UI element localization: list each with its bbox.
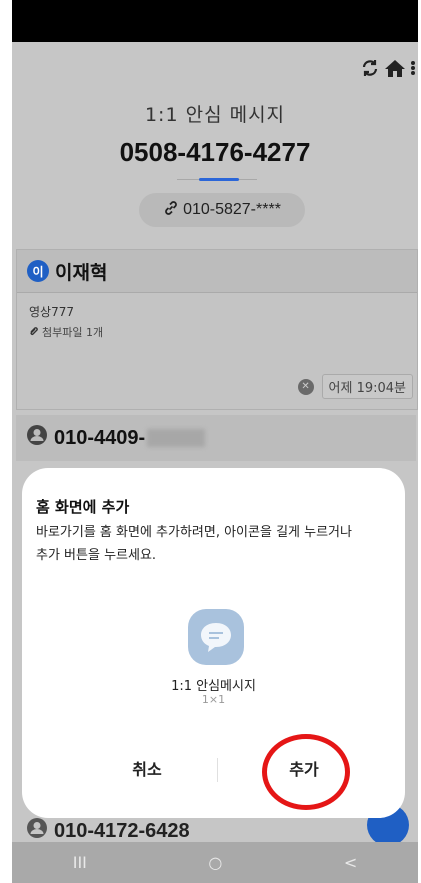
home-icon[interactable] <box>384 58 406 78</box>
contact-number: 010-4409- <box>54 426 146 449</box>
highlight-circle <box>262 734 350 810</box>
delete-icon[interactable]: ✕ <box>297 378 314 395</box>
refresh-icon[interactable] <box>360 58 380 78</box>
button-divider <box>217 758 218 782</box>
shortcut-name: 1:1 안심메시지 <box>171 679 256 694</box>
add-to-home-dialog: 홈 화면에 추가 바로가기를 홈 화면에 추가하려면, 아이콘을 길게 누르거나… <box>22 468 405 818</box>
paperclip-icon <box>29 326 39 339</box>
contact-number: 010-4172-6428 <box>54 819 190 842</box>
page-title: 1:1 안심 메시지 <box>144 104 286 126</box>
masked-digits <box>147 429 206 447</box>
person-icon <box>26 424 48 452</box>
cancel-button[interactable]: 취소 <box>87 755 207 781</box>
message-card[interactable]: 이 이재혁 영상777 첨부파일 1개 ✕ 어제 19:04분 <box>16 249 418 410</box>
sender-badge: 이 <box>27 260 49 282</box>
message-text: 영상777 <box>29 305 74 319</box>
attachment-label: 첨부파일 1개 <box>42 326 104 339</box>
safe-number: 0508-4176-4277 <box>119 137 311 167</box>
person-icon <box>26 817 48 845</box>
linked-number: 010-5827-**** <box>183 201 281 218</box>
shortcut-size: 1×1 <box>201 693 226 706</box>
chat-bubble-icon[interactable] <box>188 609 244 665</box>
app-screen: 1:1 안심 메시지 0508-4176-4277 010-5827-**** … <box>12 42 418 883</box>
status-bar <box>12 0 418 42</box>
contact-row[interactable]: 010-4409- <box>16 415 416 461</box>
phone-screen: 1:1 안심 메시지 0508-4176-4277 010-5827-**** … <box>12 0 418 883</box>
header-accent-bar <box>199 178 239 181</box>
back-button[interactable]: < <box>344 853 357 872</box>
dialog-title: 홈 화면에 추가 <box>36 498 130 516</box>
message-body: 영상777 첨부파일 1개 ✕ 어제 19:04분 <box>17 293 417 409</box>
top-toolbar <box>360 58 416 78</box>
dialog-description: 바로가기를 홈 화면에 추가하려면, 아이콘을 길게 누르거나 추가 버튼을 누… <box>36 525 352 563</box>
message-time: 어제 19:04분 <box>321 374 413 399</box>
message-meta: ✕ 어제 19:04분 <box>297 374 413 399</box>
sender-name: 이재혁 <box>55 261 108 284</box>
attachment-row[interactable]: 첨부파일 1개 <box>29 324 405 340</box>
linked-number-pill[interactable]: 010-5827-**** <box>139 193 305 227</box>
system-nav-bar: III ○ < <box>12 842 418 883</box>
home-button[interactable]: ○ <box>208 853 222 872</box>
recent-apps-button[interactable]: III <box>73 853 87 872</box>
more-icon[interactable] <box>410 58 416 78</box>
link-icon <box>163 200 179 221</box>
message-card-header: 이 이재혁 <box>17 250 417 293</box>
